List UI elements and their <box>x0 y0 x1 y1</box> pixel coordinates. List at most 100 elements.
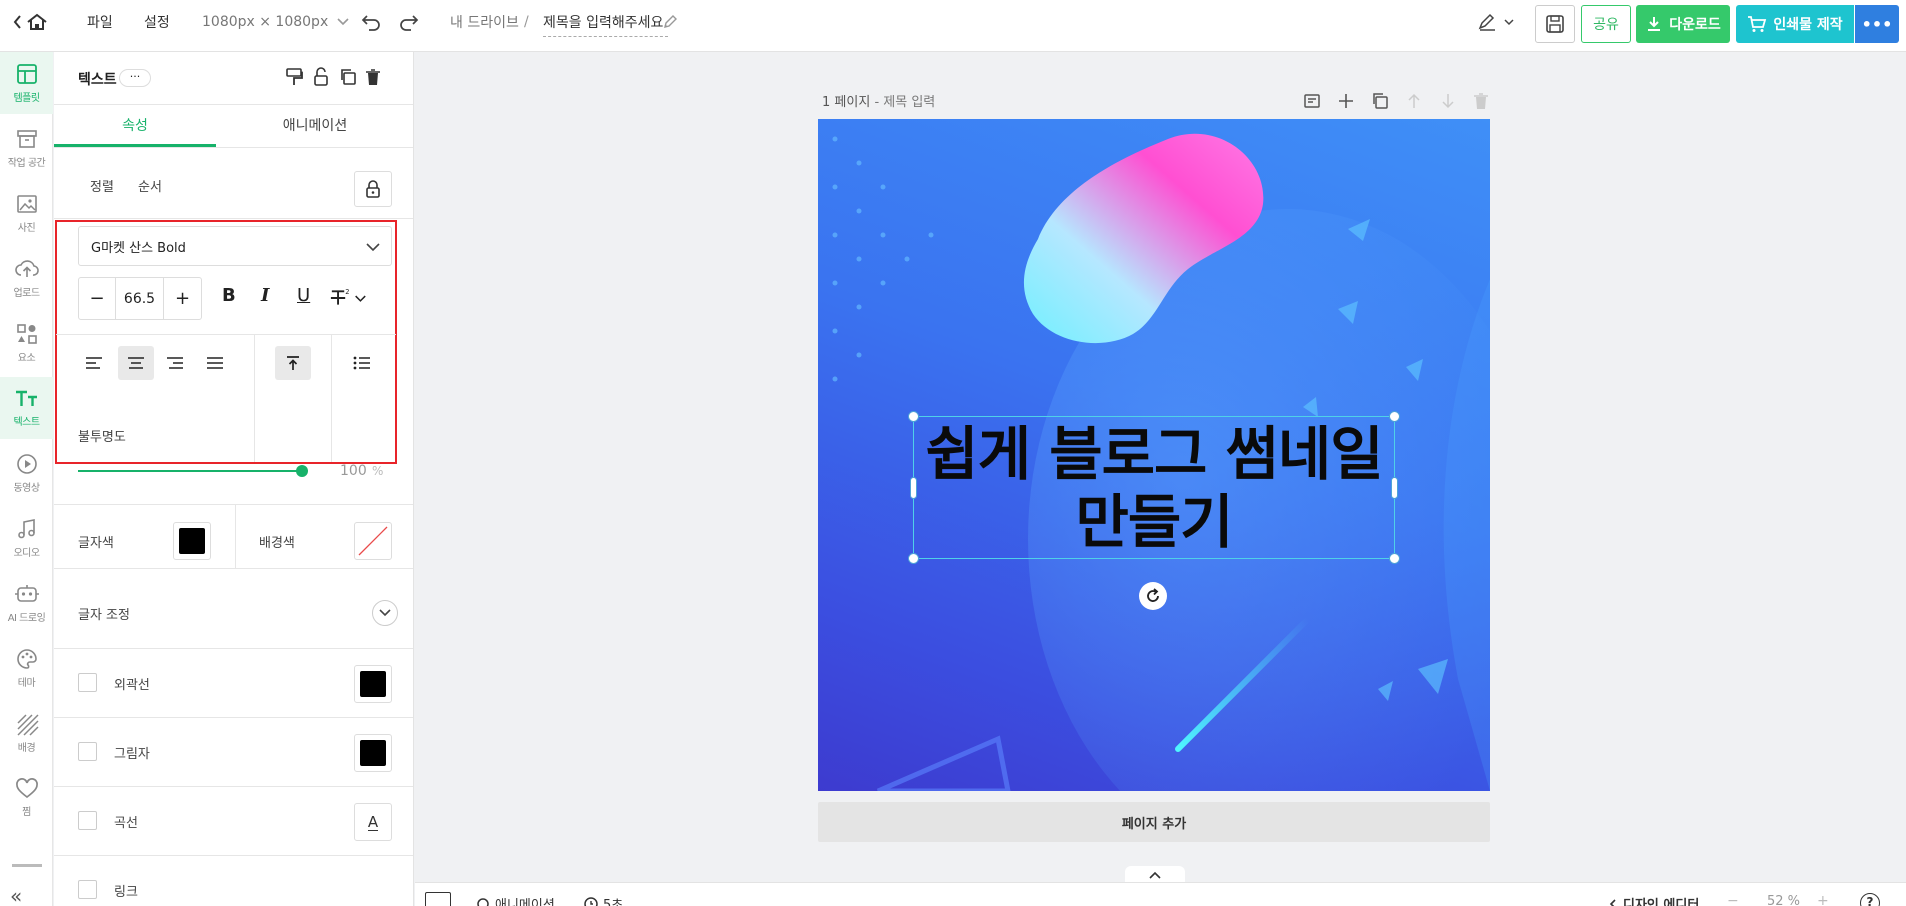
background-color-swatch[interactable] <box>354 522 392 560</box>
sidebar-item-template[interactable]: 템플릿 <box>0 52 53 114</box>
align-center-button[interactable] <box>118 346 154 380</box>
collapse-sidebar-button[interactable]: « <box>10 884 22 906</box>
resize-handle-bottom-right[interactable] <box>1389 553 1400 564</box>
sidebar-item-favorites[interactable]: 찜 <box>0 767 53 829</box>
move-page-down-icon[interactable] <box>1439 92 1457 110</box>
curve-checkbox[interactable] <box>78 811 97 830</box>
doc-title-field[interactable]: 제목을 입력해주세요. <box>543 7 668 37</box>
audio-icon <box>17 519 35 539</box>
outline-color-swatch[interactable] <box>354 665 392 703</box>
sidebar-item-upload[interactable]: 업로드 <box>0 247 53 309</box>
sidebar-item-photo[interactable]: 사진 <box>0 182 53 244</box>
page-title-input[interactable]: - 제목 입력 <box>874 95 935 110</box>
add-page-button[interactable]: 페이지 추가 <box>818 802 1490 842</box>
align-left-button[interactable] <box>78 348 110 378</box>
text-adjust-expand-button[interactable] <box>372 600 398 626</box>
page-memo-icon[interactable] <box>1303 92 1321 110</box>
link-checkbox[interactable] <box>78 880 97 899</box>
align-justify-icon <box>207 357 223 369</box>
copy-style-button[interactable] <box>283 66 305 88</box>
duplicate-button[interactable] <box>337 66 359 88</box>
add-page-icon[interactable] <box>1337 92 1355 110</box>
vertical-align-top-button[interactable] <box>275 346 311 380</box>
sidebar-item-ai-drawing[interactable]: AI 드로잉 <box>0 572 53 634</box>
font-size-input[interactable]: 66.5 <box>116 278 164 319</box>
download-button[interactable]: 다운로드 <box>1636 5 1730 43</box>
pen-tool-dropdown[interactable] <box>1477 0 1517 44</box>
print-order-button[interactable]: 인쇄물 제작 <box>1736 5 1854 43</box>
more-button[interactable]: ··· <box>119 69 151 87</box>
duplicate-page-icon[interactable] <box>1371 92 1389 110</box>
shadow-color-swatch[interactable] <box>354 734 392 772</box>
more-options-button[interactable]: ••• <box>1855 5 1899 43</box>
menu-settings[interactable]: 설정 <box>144 0 170 44</box>
lock-ratio-button[interactable] <box>354 171 392 207</box>
page-thumbnail[interactable] <box>425 892 451 906</box>
sidebar-item-elements[interactable]: 요소 <box>0 312 53 374</box>
back-home-button[interactable] <box>12 0 52 44</box>
resize-handle-top-left[interactable] <box>908 411 919 422</box>
resize-handle-left[interactable] <box>910 477 917 499</box>
sidebar-item-audio[interactable]: 오디오 <box>0 507 53 569</box>
text-color-swatch[interactable] <box>173 522 211 560</box>
delete-button[interactable] <box>362 66 384 88</box>
sidebar-item-workspace[interactable]: 작업 공간 <box>0 117 53 179</box>
help-button[interactable]: ? <box>1860 893 1880 906</box>
tab-animation[interactable]: 애니메이션 <box>216 104 413 146</box>
delete-page-icon[interactable] <box>1473 92 1489 110</box>
curve-settings-button[interactable]: A <box>354 803 392 841</box>
font-size-decrease-button[interactable]: − <box>79 278 116 319</box>
canvas-size-dropdown[interactable]: 1080px × 1080px <box>202 0 352 44</box>
opacity-slider-track[interactable] <box>78 465 308 477</box>
redo-button[interactable] <box>398 0 420 44</box>
save-button[interactable] <box>1535 5 1575 43</box>
selection-box[interactable] <box>913 416 1395 559</box>
bottom-bar: 애니메이션 5초 디자인 에디터 − 52 % + ? <box>415 882 1906 906</box>
move-page-up-icon[interactable] <box>1405 92 1423 110</box>
properties-panel: 텍스트 ··· 속성 애니메이션 정렬 순서 G마켓 산스 Bold − 66.… <box>54 52 414 906</box>
opacity-value[interactable]: 100 <box>340 463 367 479</box>
font-family-value: G마켓 산스 Bold <box>91 240 186 256</box>
sidebar-item-theme[interactable]: 테마 <box>0 637 53 699</box>
rotate-handle[interactable] <box>1139 582 1167 610</box>
zoom-in-button[interactable]: + <box>1817 893 1829 906</box>
resize-handle-top-right[interactable] <box>1389 411 1400 422</box>
animation-icon <box>477 897 489 906</box>
tab-properties[interactable]: 속성 <box>54 104 216 146</box>
sidebar-item-background[interactable]: 배경 <box>0 702 53 764</box>
align-justify-button[interactable] <box>199 348 231 378</box>
expand-timeline-button[interactable] <box>1125 866 1185 883</box>
animation-button[interactable]: 애니메이션 <box>475 894 555 906</box>
resize-handle-right[interactable] <box>1391 477 1398 499</box>
underline-button[interactable]: U <box>297 285 310 306</box>
outline-label: 외곽선 <box>114 678 150 693</box>
italic-button[interactable]: I <box>261 285 269 306</box>
opacity-slider-thumb[interactable] <box>296 465 308 477</box>
shadow-checkbox[interactable] <box>78 742 97 761</box>
sidebar-item-text[interactable]: 텍스트 <box>0 377 53 439</box>
sidebar-item-video[interactable]: 동영상 <box>0 442 53 504</box>
breadcrumb-root[interactable]: 내 드라이브 <box>450 0 519 44</box>
outline-checkbox[interactable] <box>78 673 97 692</box>
resize-handle-bottom-left[interactable] <box>908 553 919 564</box>
font-size-stepper[interactable]: − 66.5 + <box>78 277 202 320</box>
order-menu[interactable]: 순서 <box>138 176 162 195</box>
zoom-out-button[interactable]: − <box>1727 893 1739 906</box>
editor-mode-button[interactable]: 디자인 에디터 <box>1607 894 1699 906</box>
list-button[interactable] <box>346 348 378 378</box>
align-menu[interactable]: 정렬 <box>90 176 114 195</box>
lock-button[interactable] <box>310 66 332 88</box>
font-family-select[interactable]: G마켓 산스 Bold <box>78 226 392 266</box>
duration-button[interactable]: 5초 <box>583 894 623 906</box>
curve-label: 곡선 <box>114 816 138 831</box>
doc-title: 제목을 입력해주세요. <box>543 14 668 31</box>
font-size-increase-button[interactable]: + <box>164 278 201 319</box>
menu-file[interactable]: 파일 <box>87 0 113 44</box>
share-button[interactable]: 공유 <box>1581 5 1631 43</box>
edit-title-button[interactable] <box>662 0 678 44</box>
bold-button[interactable]: B <box>222 285 236 306</box>
align-right-button[interactable] <box>159 348 191 378</box>
zoom-level[interactable]: 52 % <box>1767 894 1800 906</box>
undo-button[interactable] <box>360 0 382 44</box>
text-style-more-button[interactable]: 2 <box>329 284 369 312</box>
